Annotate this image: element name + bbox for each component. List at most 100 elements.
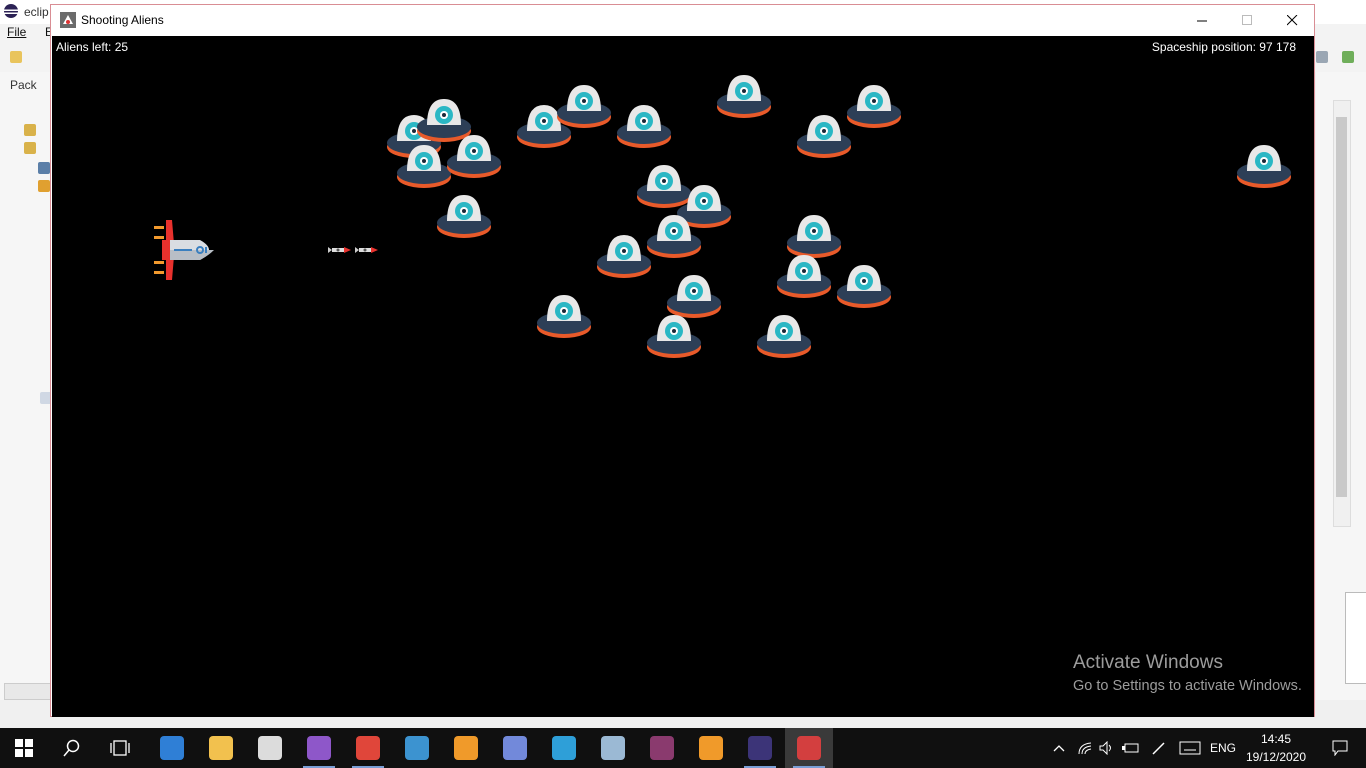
pen-button[interactable] [1148, 728, 1170, 768]
java-app-icon [60, 12, 76, 28]
alien [447, 135, 501, 178]
battery-button[interactable] [1120, 728, 1142, 768]
taskbar-app-button[interactable] [638, 728, 686, 768]
photo-icon [601, 736, 625, 760]
taskbar-app-button[interactable] [197, 728, 245, 768]
alien [397, 145, 451, 188]
taskbar-app-button[interactable] [736, 728, 784, 768]
task-view-button[interactable] [96, 728, 144, 768]
eclipse-title: eclip [24, 5, 49, 19]
alien [617, 105, 671, 148]
taskbar-app-button[interactable] [540, 728, 588, 768]
game-window: Shooting Aliens Aliens left: 25 Spaceshi… [50, 4, 1315, 717]
taskbar-app-button[interactable] [491, 728, 539, 768]
maximize-button[interactable] [1224, 5, 1270, 35]
chevron-up-icon [1053, 745, 1065, 752]
taskbar-app-button[interactable] [246, 728, 294, 768]
action-center-button[interactable] [1320, 728, 1360, 768]
alien [557, 85, 611, 128]
package-explorer-panel: Pack [0, 72, 52, 700]
project-icon[interactable] [24, 142, 36, 154]
taskbar-app-button[interactable] [589, 728, 637, 768]
keyboard-icon [1179, 741, 1201, 755]
taskbar-app-button[interactable] [393, 728, 441, 768]
spaceship-position-label: Spaceship position: 97 178 [1151, 40, 1296, 54]
alien [537, 295, 591, 338]
java-perspective-icon[interactable] [1342, 51, 1354, 63]
watermark-title: Activate Windows [1073, 652, 1223, 673]
volume-icon [1099, 741, 1111, 755]
window-title: Shooting Aliens [81, 13, 164, 27]
alien [647, 215, 701, 258]
notification-icon [1332, 740, 1348, 756]
alien [847, 85, 901, 128]
vertical-scrollbar[interactable] [1333, 100, 1351, 527]
folder-icon[interactable] [38, 180, 50, 192]
pen-icon [1152, 742, 1165, 755]
alien [647, 315, 701, 358]
alien [757, 315, 811, 358]
taskbar-app-button[interactable] [785, 728, 833, 768]
volume-button[interactable] [1096, 728, 1118, 768]
keyboard-button[interactable] [1176, 728, 1204, 768]
missile [328, 247, 351, 253]
taskbar-app-button[interactable] [442, 728, 490, 768]
missile [355, 247, 378, 253]
clock[interactable]: 14:45 19/12/2020 [1240, 730, 1312, 766]
java-app-icon [797, 736, 821, 760]
new-icon[interactable] [10, 51, 22, 63]
project-icon[interactable] [24, 124, 36, 136]
app-globe-icon [405, 736, 429, 760]
battery-icon [1122, 743, 1139, 753]
alien [717, 75, 771, 118]
taskbar-app-button[interactable] [148, 728, 196, 768]
eclipse-icon [748, 736, 772, 760]
taskbar-app-button[interactable] [344, 728, 392, 768]
store-icon [258, 736, 282, 760]
app-purple-icon [307, 736, 331, 760]
perspective-icon[interactable] [1316, 51, 1328, 63]
media-player-icon [454, 736, 478, 760]
minimize-icon [1196, 20, 1207, 21]
package-icon[interactable] [38, 162, 50, 174]
close-button[interactable] [1269, 5, 1315, 35]
activate-windows-watermark: Activate Windows Go to Settings to activ… [1073, 652, 1302, 694]
taskbar-app-button[interactable] [687, 728, 735, 768]
watermark-subtitle: Go to Settings to activate Windows. [1073, 678, 1302, 694]
alien [797, 115, 851, 158]
game-canvas[interactable]: Aliens left: 25 Spaceship position: 97 1… [52, 36, 1314, 717]
language-indicator[interactable]: ENG [1206, 728, 1240, 768]
console-panel [1345, 592, 1366, 684]
wifi-button[interactable] [1074, 728, 1096, 768]
eclipse-e-icon [552, 736, 576, 760]
aliens-left-label: Aliens left: 25 [56, 40, 129, 54]
menu-file[interactable]: File [7, 25, 26, 39]
file-explorer-icon [209, 736, 233, 760]
close-icon [1286, 14, 1297, 25]
taskbar: ENG 14:45 19/12/2020 [0, 728, 1366, 768]
search-icon [63, 739, 80, 757]
alien [837, 265, 891, 308]
show-hidden-icons-button[interactable] [1048, 728, 1070, 768]
clock-date: 19/12/2020 [1245, 750, 1307, 764]
edge-icon [160, 736, 184, 760]
windows-logo-icon [15, 739, 33, 757]
chrome-icon [356, 736, 380, 760]
alien [777, 255, 831, 298]
app-discord-icon [503, 736, 527, 760]
winrar-icon [650, 736, 674, 760]
minimize-button[interactable] [1179, 5, 1225, 35]
start-button[interactable] [0, 728, 48, 768]
maximize-icon [1241, 14, 1252, 25]
window-titlebar[interactable]: Shooting Aliens [51, 5, 1314, 36]
wifi-icon [1078, 742, 1092, 755]
horizontal-scrollbar[interactable] [4, 683, 52, 700]
sublime-icon [699, 736, 723, 760]
scrollbar-thumb[interactable] [1336, 117, 1347, 497]
task-view-icon [110, 740, 130, 756]
spaceship [154, 220, 214, 280]
taskbar-app-button[interactable] [295, 728, 343, 768]
package-explorer-tab[interactable]: Pack [10, 78, 37, 92]
search-button[interactable] [48, 728, 96, 768]
alien [1237, 145, 1291, 188]
